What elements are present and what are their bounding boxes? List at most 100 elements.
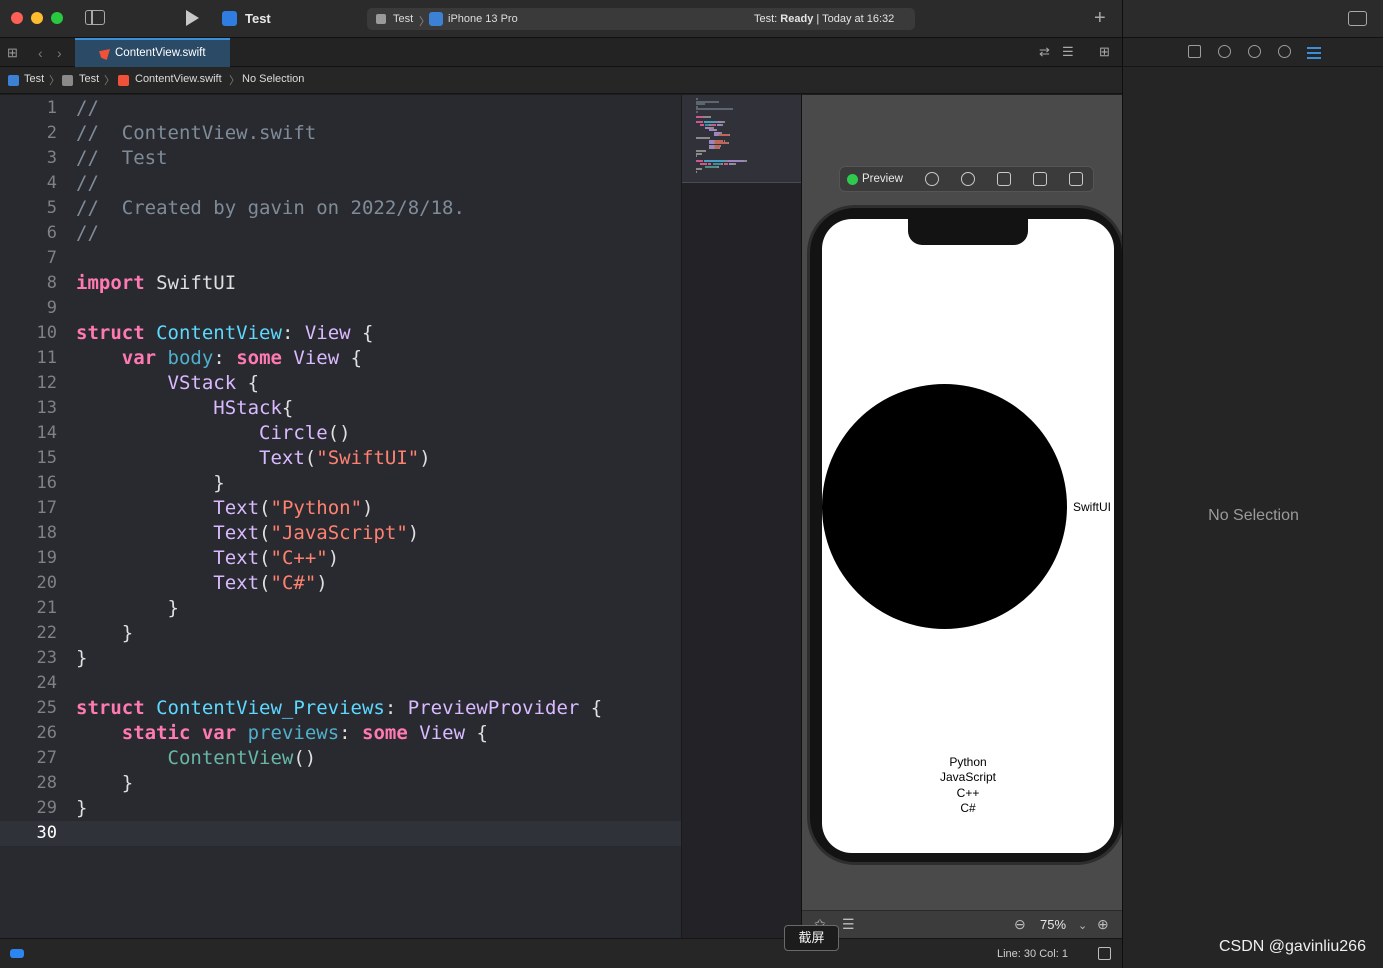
code-line[interactable]: 29}	[0, 796, 681, 821]
code-line[interactable]: 11 var body: some View {	[0, 346, 681, 371]
preview-text-csharp[interactable]: C#	[822, 801, 1114, 815]
attributes-inspector-icon[interactable]	[1307, 46, 1321, 59]
code-line[interactable]: 6 //	[0, 221, 681, 246]
code-text[interactable]: Text("JavaScript")	[76, 521, 419, 546]
code-line[interactable]: 5 // Created by gavin on 2022/8/18.	[0, 196, 681, 221]
code-line[interactable]: 2 // ContentView.swift	[0, 121, 681, 146]
code-line[interactable]: 8 import SwiftUI	[0, 271, 681, 296]
preview-circle[interactable]	[822, 384, 1067, 629]
code-line[interactable]: 21 }	[0, 596, 681, 621]
code-line[interactable]: 23}	[0, 646, 681, 671]
code-text[interactable]: // Created by gavin on 2022/8/18.	[76, 196, 465, 221]
code-line[interactable]: 22 }	[0, 621, 681, 646]
code-line[interactable]: 17 Text("Python")	[0, 496, 681, 521]
code-text[interactable]: import SwiftUI	[76, 271, 236, 296]
code-text[interactable]: //	[76, 221, 99, 246]
minimap-viewport[interactable]	[682, 95, 802, 183]
code-line[interactable]: 18 Text("JavaScript")	[0, 521, 681, 546]
code-text[interactable]: Circle()	[76, 421, 351, 446]
code-text[interactable]: }	[76, 621, 133, 646]
code-text[interactable]: Text("C#")	[76, 571, 327, 596]
scheme-selector[interactable]: Test 〉 iPhone 13 Pro Test: Ready | Today…	[367, 8, 915, 30]
live-preview-icon[interactable]	[925, 172, 939, 186]
debug-area-layout-icon[interactable]	[1098, 947, 1111, 960]
code-line[interactable]: 19 Text("C++")	[0, 546, 681, 571]
code-text[interactable]: //	[76, 96, 99, 121]
code-line[interactable]: 24	[0, 671, 681, 696]
code-text[interactable]: //	[76, 171, 99, 196]
code-text[interactable]: }	[76, 596, 179, 621]
code-text[interactable]: struct ContentView: View {	[76, 321, 373, 346]
grid-icon[interactable]: ⊞	[7, 45, 18, 61]
code-line[interactable]: 28 }	[0, 771, 681, 796]
code-line[interactable]: 4 //	[0, 171, 681, 196]
add-icon[interactable]: +	[1094, 7, 1106, 30]
code-line[interactable]: 16 }	[0, 471, 681, 496]
rotate-device-icon[interactable]	[997, 172, 1011, 186]
quick-help-icon[interactable]	[1248, 45, 1261, 58]
run-button[interactable]	[186, 10, 199, 26]
device-settings-icon[interactable]	[1033, 172, 1047, 186]
code-text[interactable]: Text("C++")	[76, 546, 339, 571]
code-text[interactable]: HStack{	[76, 396, 293, 421]
navigator-toggle-icon[interactable]	[85, 10, 105, 25]
code-text[interactable]: Text("SwiftUI")	[76, 446, 431, 471]
code-line[interactable]: 20 Text("C#")	[0, 571, 681, 596]
preview-text-cpp[interactable]: C++	[822, 786, 1114, 800]
code-text[interactable]: var body: some View {	[76, 346, 362, 371]
chevron-down-icon[interactable]: ⌄	[1078, 919, 1087, 932]
minimap[interactable]	[681, 95, 802, 938]
debug-area-toggle-icon[interactable]	[10, 949, 24, 958]
history-inspector-icon[interactable]	[1218, 45, 1231, 58]
zoom-window-button[interactable]	[51, 12, 63, 24]
duplicate-preview-icon[interactable]	[1069, 172, 1083, 186]
code-line[interactable]: 3 // Test	[0, 146, 681, 171]
breadcrumb-project[interactable]: Test	[24, 73, 44, 85]
file-inspector-icon[interactable]	[1188, 45, 1201, 58]
breadcrumb-file[interactable]: ContentView.swift	[135, 73, 222, 85]
code-line[interactable]: 27 ContentView()	[0, 746, 681, 771]
preview-text-python[interactable]: Python	[822, 755, 1114, 769]
code-line[interactable]: 12 VStack {	[0, 371, 681, 396]
breadcrumb-selection[interactable]: No Selection	[242, 73, 304, 85]
code-text[interactable]: VStack {	[76, 371, 260, 396]
code-line[interactable]: 10 struct ContentView: View {	[0, 321, 681, 346]
zoom-level[interactable]: 75%	[1040, 917, 1066, 932]
code-line[interactable]: 13 HStack{	[0, 396, 681, 421]
code-text[interactable]: // Test	[76, 146, 168, 171]
zoom-out-icon[interactable]: ⊖	[1014, 916, 1026, 933]
code-line[interactable]: 14 Circle()	[0, 421, 681, 446]
code-line[interactable]: 30	[0, 821, 681, 846]
code-line[interactable]: 1 //	[0, 96, 681, 121]
split-editor-icon[interactable]: ⊞	[1099, 44, 1110, 60]
code-text[interactable]: Text("Python")	[76, 496, 373, 521]
variants-icon[interactable]: ☰	[842, 916, 855, 933]
code-text[interactable]: }	[76, 471, 224, 496]
minimize-window-button[interactable]	[31, 12, 43, 24]
code-text[interactable]: static var previews: some View {	[76, 721, 488, 746]
device-name[interactable]: iPhone 13 Pro	[448, 13, 518, 25]
zoom-in-icon[interactable]: ⊕	[1097, 916, 1109, 933]
code-line[interactable]: 7	[0, 246, 681, 271]
inspector-toggle-icon[interactable]	[1348, 11, 1367, 26]
preview-label[interactable]: Preview	[862, 173, 903, 185]
preview-screen[interactable]: SwiftUI Python JavaScript C++ C#	[822, 219, 1114, 853]
code-editor[interactable]: 1 // 2 // ContentView.swift 3 // Test 4 // 5 // C…	[0, 95, 681, 938]
code-text[interactable]: // ContentView.swift	[76, 121, 316, 146]
code-text[interactable]: }	[76, 796, 87, 821]
editor-options-icon[interactable]: ☰	[1062, 44, 1074, 60]
preview-text-javascript[interactable]: JavaScript	[822, 770, 1114, 784]
code-line[interactable]: 25 struct ContentView_Previews: PreviewPr…	[0, 696, 681, 721]
back-icon[interactable]: ‹	[38, 45, 43, 61]
code-text[interactable]: ContentView()	[76, 746, 317, 771]
code-text[interactable]: struct ContentView_Previews: PreviewProv…	[76, 696, 602, 721]
close-window-button[interactable]	[11, 12, 23, 24]
tab-contentview[interactable]: ContentView.swift	[75, 38, 230, 67]
code-text[interactable]: }	[76, 771, 133, 796]
code-line[interactable]: 26 static var previews: some View {	[0, 721, 681, 746]
forward-icon[interactable]: ›	[57, 45, 62, 61]
related-items-icon[interactable]: ⇄	[1039, 44, 1050, 60]
breadcrumb-group[interactable]: Test	[79, 73, 99, 85]
accessibility-inspector-icon[interactable]	[1278, 45, 1291, 58]
code-line[interactable]: 15 Text("SwiftUI")	[0, 446, 681, 471]
